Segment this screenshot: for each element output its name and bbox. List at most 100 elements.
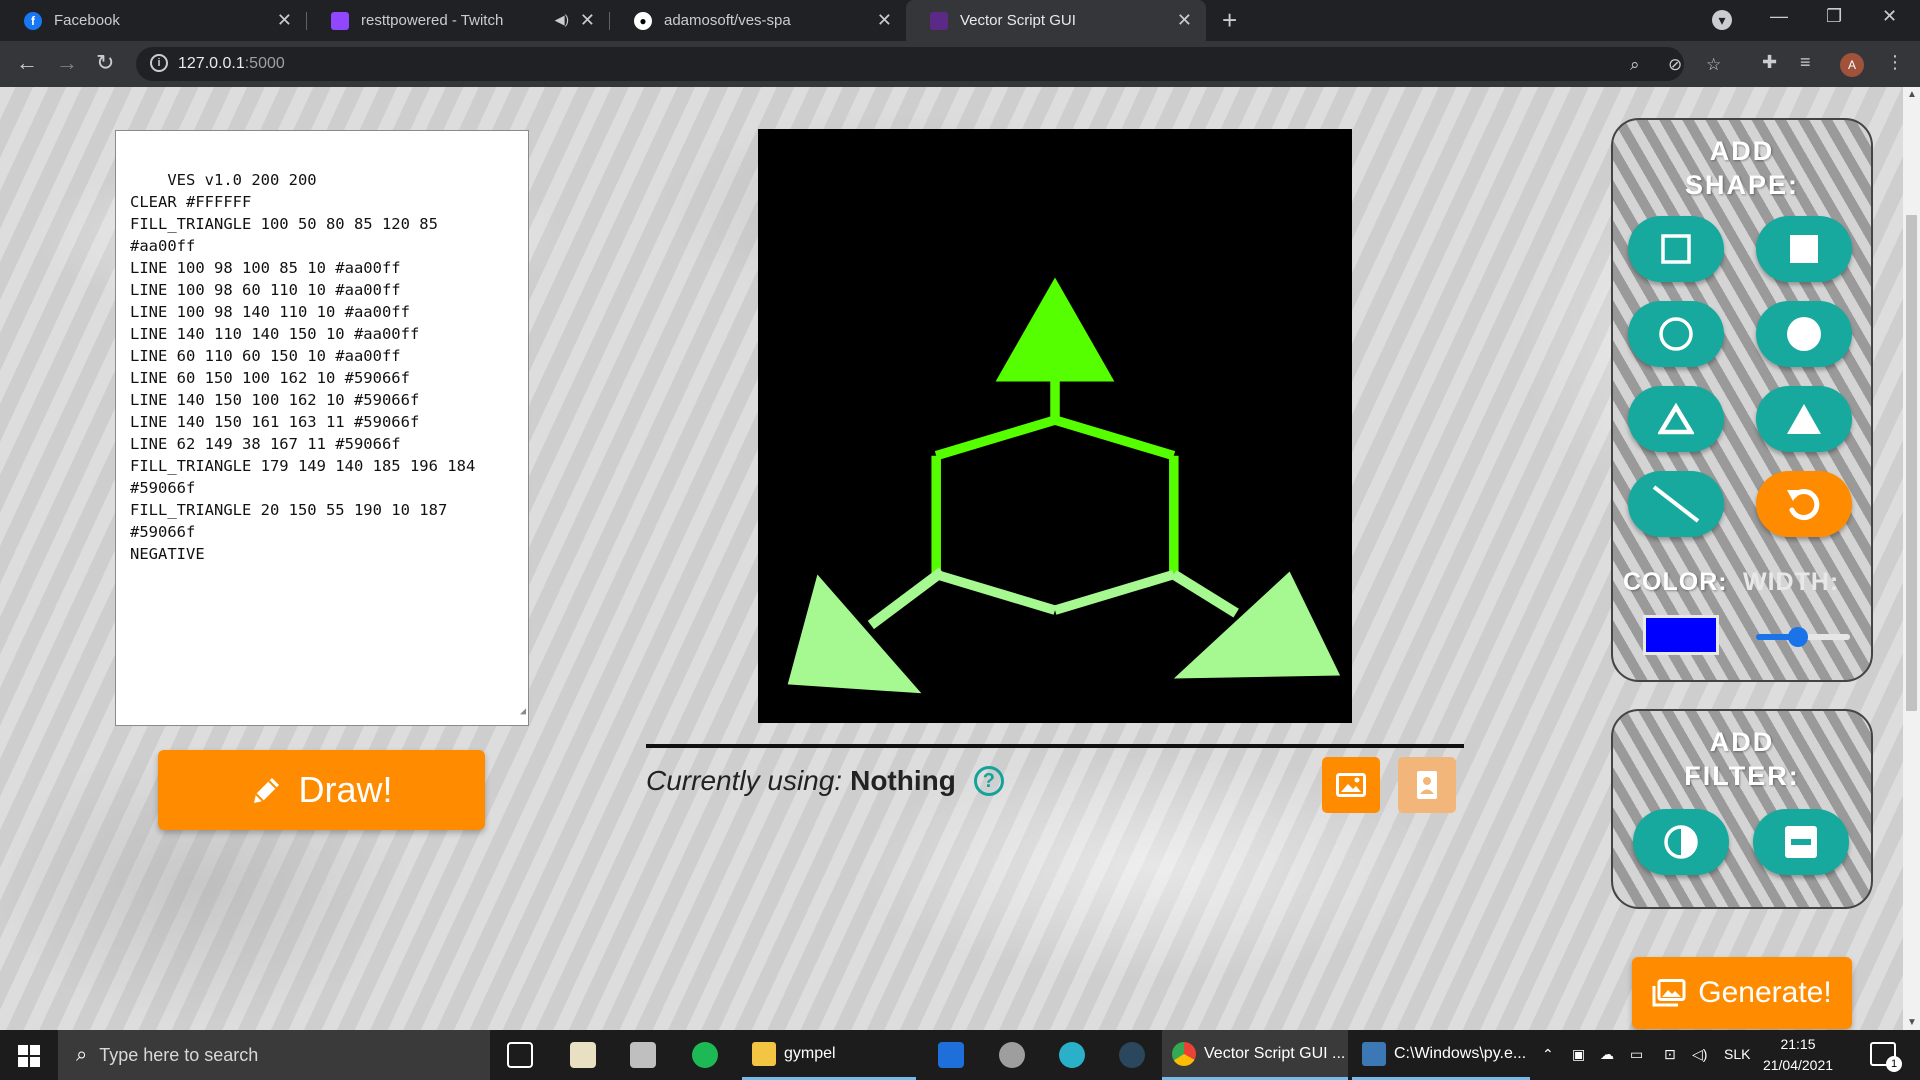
scroll-down-arrow[interactable]: ▼ — [1907, 1017, 1917, 1028]
chrome-icon — [1172, 1041, 1196, 1066]
generate-button-label: Generate! — [1698, 976, 1832, 1009]
generate-button[interactable]: Generate! — [1632, 957, 1852, 1029]
color-picker[interactable] — [1643, 615, 1719, 655]
code-editor[interactable]: VES v1.0 200 200 CLEAR #FFFFFF FILL_TRIA… — [115, 130, 529, 726]
triangle-filled-icon — [1787, 404, 1821, 434]
taskbar-search[interactable]: ⌕ Type here to search — [58, 1030, 490, 1080]
negative-filter-button[interactable] — [1633, 809, 1729, 875]
menu-kebab-icon[interactable]: ⋮ — [1886, 52, 1904, 73]
clock-time: 21:15 — [1780, 1036, 1816, 1052]
battery-icon[interactable]: ▭ — [1630, 1046, 1643, 1063]
status-label: Currently using: — [646, 765, 843, 796]
site-info-icon[interactable]: i — [150, 54, 168, 72]
tab-vector-script-gui[interactable]: Vector Script GUI ✕ — [906, 0, 1206, 41]
close-icon[interactable]: ✕ — [877, 10, 892, 31]
add-rectangle-outline-button[interactable] — [1628, 216, 1724, 282]
reload-button[interactable]: ↻ — [96, 50, 114, 76]
notepad-icon[interactable] — [570, 1042, 596, 1068]
help-icon[interactable]: ? — [973, 766, 1004, 796]
triangle-outline-icon — [1658, 403, 1694, 435]
extensions-icon[interactable]: ✚ — [1762, 52, 1777, 73]
portrait-button[interactable] — [1398, 757, 1456, 813]
width-slider[interactable] — [1756, 627, 1850, 647]
tab-twitch[interactable]: resttpowered - Twitch ◀︎) ✕ — [307, 0, 609, 41]
new-tab-button[interactable]: + — [1222, 5, 1237, 36]
network-icon[interactable]: ⊡ — [1664, 1046, 1676, 1063]
divider-line — [646, 744, 1464, 748]
input-language[interactable]: SLK — [1724, 1046, 1750, 1062]
zoom-icon[interactable]: ⌕ — [1630, 55, 1640, 75]
circle-outline-icon — [1659, 317, 1693, 351]
tab-search-icon[interactable]: ▾ — [1712, 10, 1732, 30]
square-outline-icon — [1661, 234, 1691, 264]
clock-date: 21/04/2021 — [1762, 1057, 1834, 1073]
bookmark-star-icon[interactable]: ☆ — [1706, 55, 1721, 75]
resize-grip-icon[interactable]: ◢ — [520, 701, 526, 723]
task-view-icon[interactable] — [507, 1042, 533, 1068]
notifications-icon[interactable]: 1 — [1870, 1042, 1902, 1072]
github-icon: ● — [634, 11, 652, 30]
folder-icon — [752, 1041, 776, 1066]
app-icon-blue[interactable] — [938, 1042, 964, 1068]
back-button[interactable]: ← — [16, 50, 38, 76]
square-filled-icon — [1790, 235, 1818, 263]
close-icon[interactable]: ✕ — [1177, 10, 1192, 31]
close-window-button[interactable]: ✕ — [1882, 6, 1897, 27]
tray-overflow-icon[interactable]: ⌃ — [1542, 1046, 1554, 1063]
forward-button[interactable]: → — [56, 50, 78, 76]
draw-button-label: Draw! — [298, 769, 393, 810]
maximize-button[interactable]: ❐ — [1826, 6, 1842, 27]
twitch-icon — [331, 11, 349, 30]
tab-facebook[interactable]: f Facebook ✕ — [0, 0, 306, 41]
tools-icon[interactable] — [630, 1042, 656, 1068]
url-text: 127.0.0.1:5000 — [178, 55, 285, 72]
tab-title: Facebook — [54, 12, 120, 29]
drawing-canvas — [758, 129, 1352, 723]
tab-title: Vector Script GUI — [960, 12, 1076, 29]
notification-count: 1 — [1886, 1056, 1902, 1072]
add-line-button[interactable] — [1628, 471, 1724, 537]
add-filter-panel: ADD FILTER: — [1611, 709, 1873, 909]
scroll-up-arrow[interactable]: ▲ — [1907, 89, 1917, 100]
slider-knob[interactable] — [1788, 627, 1808, 647]
taskbar-app-chrome[interactable]: Vector Script GUI ... — [1162, 1030, 1348, 1080]
add-circle-filled-button[interactable] — [1756, 301, 1852, 367]
search-placeholder: Type here to search — [99, 1044, 259, 1065]
add-triangle-outline-button[interactable] — [1628, 386, 1724, 452]
close-icon[interactable]: ✕ — [580, 10, 595, 31]
taskbar-app-python[interactable]: C:\Windows\py.e... — [1352, 1030, 1530, 1080]
draw-button[interactable]: Draw! — [158, 750, 485, 830]
taskbar-app-label: C:\Windows\py.e... — [1394, 1044, 1527, 1062]
close-icon[interactable]: ✕ — [277, 10, 292, 31]
onedrive-icon[interactable]: ☁ — [1600, 1046, 1614, 1063]
image-button[interactable] — [1322, 757, 1380, 813]
scrollbar-thumb[interactable] — [1906, 215, 1917, 711]
taskbar-clock[interactable]: 21:15 21/04/2021 — [1758, 1034, 1838, 1076]
add-rectangle-filled-button[interactable] — [1756, 216, 1852, 282]
tray-device-icon[interactable]: ▣ — [1572, 1046, 1585, 1063]
circle-filled-icon — [1787, 317, 1821, 351]
browser-tab-bar: f Facebook ✕ resttpowered - Twitch ◀︎) ✕… — [0, 0, 1920, 41]
undo-icon — [1787, 489, 1820, 521]
minimize-button[interactable]: — — [1770, 6, 1788, 27]
steam-icon[interactable] — [1119, 1042, 1145, 1068]
add-triangle-filled-button[interactable] — [1756, 386, 1852, 452]
address-bar[interactable]: i 127.0.0.1:5000 ⌕ ⊘ ☆ — [136, 47, 1721, 81]
add-circle-outline-button[interactable] — [1628, 301, 1724, 367]
speaker-icon[interactable]: ◀︎) — [555, 12, 569, 28]
tab-github[interactable]: ● adamosoft/ves-spa ✕ — [610, 0, 906, 41]
grayscale-filter-button[interactable] — [1753, 809, 1849, 875]
tracking-blocked-icon[interactable]: ⊘ — [1668, 55, 1682, 75]
windows-start-icon[interactable] — [18, 1045, 40, 1067]
edge-icon[interactable] — [1059, 1042, 1085, 1068]
database-icon[interactable] — [999, 1042, 1025, 1068]
spotify-icon[interactable] — [692, 1042, 718, 1068]
media-controls-icon[interactable]: ≡ — [1800, 52, 1811, 73]
page-scrollbar[interactable]: ▲ ▼ — [1903, 87, 1920, 1030]
taskbar-app-gympel[interactable]: gympel — [742, 1030, 916, 1080]
code-text: VES v1.0 200 200 CLEAR #FFFFFF FILL_TRIA… — [130, 171, 476, 563]
profile-avatar[interactable]: A — [1840, 53, 1864, 77]
contrast-icon — [1664, 825, 1698, 859]
volume-icon[interactable]: ◁) — [1692, 1046, 1707, 1063]
undo-button[interactable] — [1756, 471, 1852, 537]
